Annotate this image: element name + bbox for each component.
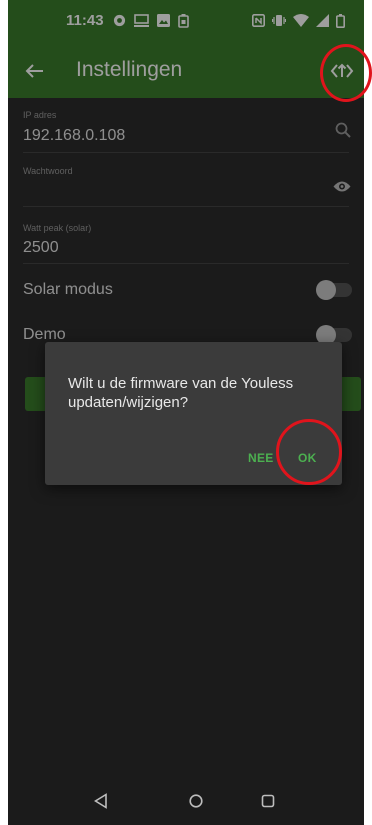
nav-back-icon[interactable]: [94, 793, 108, 809]
phone-screen: 11:43 Instellingen IP adres 192.168.0.10…: [8, 0, 364, 825]
firmware-dialog: Wilt u de firmware van de Youless update…: [45, 342, 342, 485]
navigation-bar: [8, 780, 364, 825]
dialog-negative-button[interactable]: NEE: [248, 451, 274, 465]
dialog-message: Wilt u de firmware van de Youless update…: [68, 375, 294, 411]
dialog-positive-button[interactable]: OK: [298, 451, 317, 465]
nav-home-icon[interactable]: [189, 794, 203, 808]
nav-recents-icon[interactable]: [261, 794, 275, 808]
